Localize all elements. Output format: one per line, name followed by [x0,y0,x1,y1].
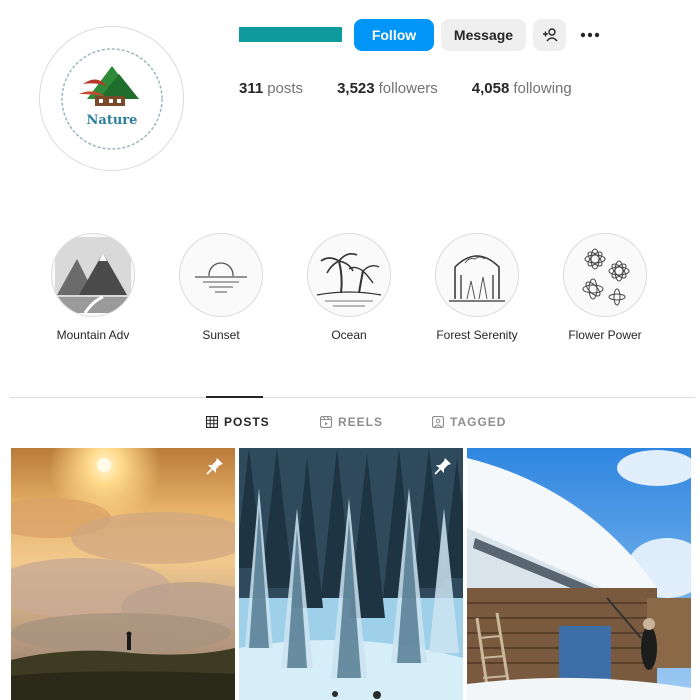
profile-stats: 311 posts 3,523 followers 4,058 following [239,80,606,97]
more-options-button[interactable] [574,19,606,51]
username-redacted-bar [239,27,342,42]
tab-tagged[interactable]: TAGGED [432,415,506,429]
stat-followers[interactable]: 3,523 followers [337,80,438,97]
mountain-icon [55,237,131,313]
highlight-mountain[interactable]: Mountain Adv [38,233,148,342]
sunset-clouds-image [11,448,235,700]
grid-icon [206,416,218,428]
highlight-forest[interactable]: Forest Serenity [422,233,532,342]
sunset-icon [195,262,247,296]
active-tab-indicator [206,396,263,398]
ellipsis-icon [580,32,600,38]
pinned-icon [434,458,451,475]
tab-reels[interactable]: REELS [320,415,383,429]
follow-button[interactable]: Follow [354,19,434,51]
profile-avatar[interactable]: Nature [39,26,184,171]
post-1[interactable] [11,448,235,700]
forest-icon [449,255,505,302]
pinned-icon [206,458,223,475]
message-button[interactable]: Message [441,19,526,51]
snowy-forest-image [239,448,463,700]
post-3[interactable] [467,448,691,700]
suggest-user-button[interactable] [533,19,566,51]
post-2[interactable] [239,448,463,700]
stat-following[interactable]: 4,058 following [472,80,572,97]
palm-icon [316,253,382,307]
nature-logo-icon: Nature [60,47,163,150]
highlight-ocean[interactable]: Ocean [294,233,404,342]
highlight-sunset[interactable]: Sunset [166,233,276,342]
avatar-label: Nature [86,113,137,128]
snowy-cabin-image [467,448,691,700]
reels-icon [320,416,332,428]
flower-icon [582,248,630,306]
stat-posts: 311 posts [239,80,304,97]
tabs-divider [10,397,695,398]
add-person-icon [542,28,558,42]
tagged-icon [432,416,444,428]
story-highlights: Mountain Adv Sunset Ocean Forest Serenit… [0,233,700,353]
tab-posts[interactable]: POSTS [206,415,270,429]
highlight-flower[interactable]: Flower Power [550,233,660,342]
